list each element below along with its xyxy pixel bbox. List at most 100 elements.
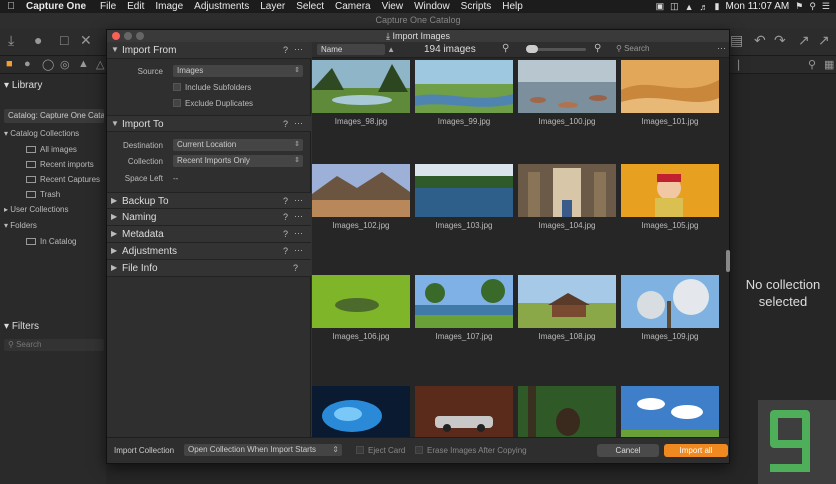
apple-menu-icon[interactable]:  bbox=[0, 1, 22, 12]
share-icon[interactable]: ◫ bbox=[670, 1, 679, 12]
thumbnail-item[interactable] bbox=[621, 386, 723, 484]
thumbnail-item[interactable]: Images_104.jpg bbox=[518, 164, 620, 270]
lens-tab-icon[interactable]: ◯ bbox=[42, 58, 54, 71]
exposure-tab-icon[interactable]: ▲ bbox=[78, 58, 89, 70]
catalog-selector[interactable]: Catalog: Capture One Catalog bbox=[4, 109, 104, 123]
thumbnail-image[interactable] bbox=[518, 60, 616, 113]
include-subfolders-checkbox[interactable]: Include Subfolders bbox=[173, 83, 251, 92]
more-options-icon[interactable]: ··· bbox=[294, 195, 303, 205]
thumbnail-item[interactable]: Images_99.jpg bbox=[415, 60, 517, 166]
help-icon[interactable]: ? bbox=[293, 263, 298, 273]
user-collections-group[interactable]: ▸ User Collections bbox=[4, 205, 69, 214]
thumbnail-item[interactable]: Images_107.jpg bbox=[415, 275, 517, 381]
thumbnail-item[interactable] bbox=[518, 386, 620, 484]
help-icon[interactable]: ? bbox=[283, 196, 288, 206]
cancel-button[interactable]: Cancel bbox=[597, 444, 659, 457]
more-options-icon[interactable]: ··· bbox=[294, 245, 303, 255]
clock[interactable]: Mon 11:07 AM bbox=[726, 1, 790, 12]
thumbnail-image[interactable] bbox=[312, 275, 410, 328]
thumbnail-item[interactable]: Images_100.jpg bbox=[518, 60, 620, 166]
help-icon[interactable]: ? bbox=[283, 45, 288, 55]
collection-recent-captures[interactable]: Recent Captures bbox=[26, 175, 100, 184]
section-file-info[interactable]: ▶ File Info ? bbox=[107, 260, 311, 277]
thumbnail-image[interactable] bbox=[518, 275, 616, 328]
search-icon[interactable]: ⚲ bbox=[808, 58, 816, 71]
thumbnail-image[interactable] bbox=[312, 60, 410, 113]
thumbnail-item[interactable]: Images_98.jpg bbox=[312, 60, 414, 166]
collection-trash[interactable]: Trash bbox=[26, 190, 60, 199]
menu-layer[interactable]: Layer bbox=[260, 1, 285, 12]
import-collection-select[interactable]: Open Collection When Import Starts ⇕ bbox=[184, 444, 342, 456]
tool-icon[interactable]: ▤ bbox=[730, 32, 743, 49]
thumbnail-image[interactable] bbox=[312, 386, 410, 439]
wifi-icon[interactable]: ▲ bbox=[685, 2, 694, 12]
thumbnail-image[interactable] bbox=[518, 164, 616, 217]
zoom-icon[interactable]: ⚲ bbox=[502, 43, 509, 54]
destination-select[interactable]: Current Location ⇕ bbox=[173, 139, 303, 151]
zoom-window-icon[interactable] bbox=[136, 32, 144, 40]
section-import-from[interactable]: ▼ Import From ? ··· bbox=[107, 42, 311, 59]
section-import-to[interactable]: ▼ Import To ? ··· bbox=[107, 115, 311, 132]
import-all-button[interactable]: Import all bbox=[664, 444, 728, 457]
menu-image[interactable]: Image bbox=[155, 1, 183, 12]
thumbnail-image[interactable] bbox=[621, 275, 719, 328]
undo-icon[interactable]: ↶ bbox=[754, 32, 766, 49]
section-metadata[interactable]: ▶ Metadata ? ··· bbox=[107, 226, 311, 243]
source-select[interactable]: Images ⇕ bbox=[173, 65, 303, 77]
spotlight-icon[interactable]: ⚲ bbox=[809, 1, 816, 12]
zoom-in-icon[interactable]: ⚲ bbox=[594, 43, 601, 54]
battery-icon[interactable]: ▮ bbox=[715, 1, 720, 12]
import-icon[interactable]: ⤓ bbox=[8, 32, 14, 49]
library-tab-icon[interactable]: ■ bbox=[6, 58, 13, 70]
redo-icon[interactable]: ↷ bbox=[774, 32, 786, 49]
options-icon[interactable]: ▦ bbox=[824, 58, 834, 71]
thumbnail-item[interactable]: Images_108.jpg bbox=[518, 275, 620, 381]
thumbnail-item[interactable]: Images_101.jpg bbox=[621, 60, 723, 166]
menu-edit[interactable]: Edit bbox=[127, 1, 144, 12]
thumbnail-item[interactable]: Images_103.jpg bbox=[415, 164, 517, 270]
thumbnail-image[interactable] bbox=[621, 164, 719, 217]
browser-search-input[interactable]: ⚲ Search bbox=[616, 44, 649, 53]
help-icon[interactable]: ? bbox=[283, 229, 288, 239]
more-options-icon[interactable]: ··· bbox=[294, 211, 303, 221]
thumbnail-item[interactable]: Images_106.jpg bbox=[312, 275, 414, 381]
cursor-icon[interactable]: ❘ bbox=[734, 58, 743, 71]
thumbnail-image[interactable] bbox=[312, 164, 410, 217]
more-options-icon[interactable]: ··· bbox=[294, 118, 303, 128]
cursor-arrow-icon[interactable]: ↗ bbox=[798, 32, 810, 49]
volume-icon[interactable]: ♬ bbox=[700, 2, 709, 12]
slider-handle[interactable] bbox=[526, 45, 538, 53]
flag-icon[interactable]: ⚑ bbox=[795, 1, 803, 12]
more-options-icon[interactable]: ··· bbox=[294, 228, 303, 238]
help-icon[interactable]: ? bbox=[283, 246, 288, 256]
eject-card-checkbox[interactable]: Eject Card bbox=[356, 446, 405, 455]
filters-header[interactable]: ▾ Filters bbox=[4, 321, 39, 332]
folders-group[interactable]: ▾ Folders bbox=[4, 221, 37, 230]
section-backup-to[interactable]: ▶ Backup To ? ··· bbox=[107, 192, 311, 209]
collection-select[interactable]: Recent Imports Only ⇕ bbox=[173, 155, 303, 167]
menu-help[interactable]: Help bbox=[502, 1, 523, 12]
sort-direction-icon[interactable]: ▲ bbox=[387, 44, 395, 55]
filters-search-input[interactable]: ⚲ Search bbox=[4, 339, 104, 351]
help-icon[interactable]: ? bbox=[283, 119, 288, 129]
thumbnail-item[interactable] bbox=[415, 386, 517, 484]
menu-file[interactable]: File bbox=[100, 1, 116, 12]
exclude-duplicates-checkbox[interactable]: Exclude Duplicates bbox=[173, 99, 253, 108]
thumbnail-image[interactable] bbox=[415, 60, 513, 113]
color-tab-icon[interactable]: ◎ bbox=[60, 58, 70, 71]
thumbnail-item[interactable]: Images_105.jpg bbox=[621, 164, 723, 270]
thumbnail-image[interactable] bbox=[415, 164, 513, 217]
folder-in-catalog[interactable]: In Catalog bbox=[26, 237, 76, 246]
collection-recent-imports[interactable]: Recent imports bbox=[26, 160, 94, 169]
menu-view[interactable]: View bbox=[382, 1, 404, 12]
close-icon[interactable]: ✕ bbox=[80, 32, 92, 49]
section-naming[interactable]: ▶ Naming ? ··· bbox=[107, 209, 311, 226]
more-options-icon[interactable]: ··· bbox=[294, 44, 303, 54]
help-icon[interactable]: ? bbox=[283, 212, 288, 222]
thumbnail-image[interactable] bbox=[621, 60, 719, 113]
collection-all-images[interactable]: All images bbox=[26, 145, 77, 154]
catalog-collections-group[interactable]: ▾ Catalog Collections bbox=[4, 129, 79, 138]
library-header[interactable]: ▾ Library bbox=[4, 80, 42, 91]
menu-adjustments[interactable]: Adjustments bbox=[194, 1, 249, 12]
display-icon[interactable]: ▣ bbox=[656, 1, 665, 12]
